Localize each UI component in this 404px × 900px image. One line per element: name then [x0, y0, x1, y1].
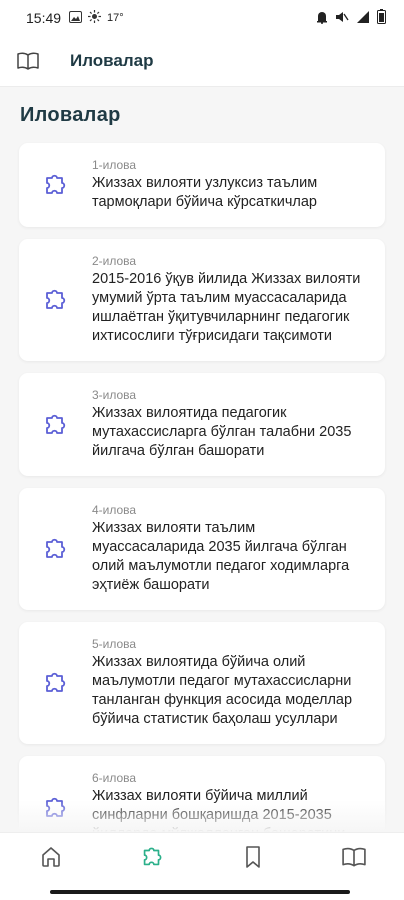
puzzle-icon	[139, 844, 165, 875]
appendix-title: Жиззах вилояти узлуксиз таълим тармоқлар…	[92, 175, 318, 210]
nav-home[interactable]	[27, 839, 75, 879]
puzzle-icon	[41, 794, 69, 822]
appendix-text: 5-илова Жиззах вилоятида бўйича олий маъл…	[92, 637, 369, 729]
appendix-card[interactable]: 5-илова Жиззах вилоятида бўйича олий маъл…	[19, 622, 385, 744]
bookmark-icon	[242, 845, 264, 874]
appendix-title: Жиззах вилоятида бўйича олий маълумотли …	[92, 654, 353, 727]
appendix-card[interactable]: 1-илова Жиззах вилояти узлуксиз таълим та…	[19, 143, 385, 227]
page-title: Иловалар	[20, 104, 121, 126]
weather-icon	[88, 10, 102, 26]
appendix-code: 6-илова	[92, 771, 137, 785]
appendix-code: 1-илова	[92, 158, 137, 172]
nav-appendices[interactable]	[128, 839, 176, 879]
nav-bookmarks[interactable]	[229, 839, 277, 879]
puzzle-icon	[41, 286, 69, 314]
app-bar: Иловалар	[0, 36, 404, 87]
nav-library[interactable]	[330, 839, 378, 879]
alarm-icon	[316, 10, 328, 24]
home-icon	[39, 845, 63, 874]
puzzle-icon	[41, 535, 69, 563]
appendix-code: 4-илова	[92, 503, 137, 517]
appendix-text: 1-илова Жиззах вилояти узлуксиз таълим та…	[92, 158, 369, 212]
appendix-title: 2015-2016 ўқув йилида Жиззах вилояти уму…	[92, 271, 361, 344]
signal-icon	[356, 10, 370, 24]
gallery-icon	[69, 10, 83, 26]
gesture-handle[interactable]	[50, 890, 350, 894]
puzzle-icon	[41, 171, 69, 199]
bottom-navigation	[0, 832, 404, 885]
appendix-text: 4-илова Жиззах вилояти таълим муассасалар…	[92, 503, 369, 595]
appendix-text: 3-илова Жиззах вилоятида педагогик мутаха…	[92, 388, 369, 461]
appendix-code: 5-илова	[92, 637, 137, 651]
appendix-code: 3-илова	[92, 388, 137, 402]
book-icon	[341, 847, 366, 872]
app-bar-title: Иловалар	[70, 51, 154, 70]
appendix-title: Жиззах вилояти таълим муассасаларида 203…	[92, 520, 350, 593]
appendix-list: 1-илова Жиззах вилояти узлуксиз таълим та…	[19, 143, 385, 859]
appendix-text: 2-илова 2015-2016 ўқув йилида Жиззах вило…	[92, 254, 369, 346]
appendix-card[interactable]: 4-илова Жиззах вилояти таълим муассасалар…	[19, 488, 385, 610]
appendix-card[interactable]: 3-илова Жиззах вилоятида педагогик мутаха…	[19, 373, 385, 476]
battery-icon	[377, 9, 386, 24]
gesture-bar	[0, 884, 404, 900]
book-icon[interactable]	[16, 49, 40, 73]
appendix-card[interactable]: 2-илова 2015-2016 ўқув йилида Жиззах вило…	[19, 239, 385, 361]
puzzle-icon	[41, 411, 69, 439]
mute-icon	[335, 10, 349, 24]
status-notification-icons: 17°	[69, 10, 124, 26]
system-status-icons	[316, 9, 386, 24]
puzzle-icon	[41, 669, 69, 697]
status-temperature: 17°	[107, 12, 124, 24]
appendix-code: 2-илова	[92, 254, 137, 268]
appendix-title: Жиззах вилоятида педагогик мутахассислар…	[92, 405, 352, 459]
status-time: 15:49	[26, 10, 62, 26]
status-bar: 15:49 17°	[0, 0, 404, 36]
